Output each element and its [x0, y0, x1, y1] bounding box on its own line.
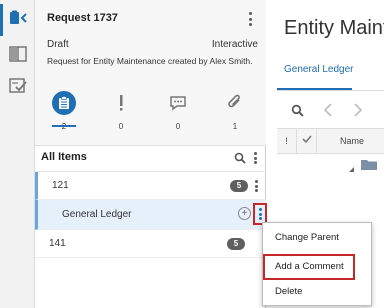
folder-icon [361, 157, 377, 175]
items-list-header: All Items [35, 146, 266, 172]
expand-triangle-icon[interactable] [348, 160, 355, 178]
active-tab-indicator [277, 88, 352, 90]
request-header: Request 1737 Draft Interactive Request f… [35, 0, 266, 146]
comment-icon [158, 90, 198, 116]
paperclip-icon [215, 90, 255, 116]
request-title: Request 1737 [47, 12, 118, 24]
clipboard-icon [52, 91, 76, 115]
split-view-rail-button[interactable] [0, 40, 35, 72]
items-list-title: All Items [41, 151, 87, 163]
list-item-label: General Ledger [62, 209, 132, 220]
items-summary-button[interactable]: 2 [44, 90, 84, 136]
chevron-left-icon[interactable] [323, 103, 333, 122]
column-header-flag[interactable]: ! [277, 129, 297, 153]
split-panel-icon [8, 45, 27, 68]
requests-rail-button[interactable] [0, 4, 35, 36]
page-title: Entity Maintenance [284, 17, 384, 39]
column-header-check[interactable] [297, 129, 317, 153]
menu-item-change-parent[interactable]: Change Parent [263, 225, 373, 251]
search-icon[interactable] [291, 104, 304, 122]
tab-divider [277, 90, 384, 91]
grid-header: ! Name [277, 128, 384, 154]
review-rail-button[interactable] [0, 72, 35, 104]
count-badge: 5 [227, 238, 245, 250]
request-more-icon[interactable] [245, 10, 255, 28]
table-row[interactable] [277, 154, 384, 176]
grid-toolbar [277, 98, 384, 124]
checkmark-icon [301, 135, 312, 146]
list-item-label: 141 [49, 238, 66, 249]
list-item-label: 121 [52, 180, 69, 191]
app-root: Request 1737 Draft Interactive Request f… [0, 0, 384, 308]
tab-general-ledger[interactable]: General Ledger [284, 64, 354, 75]
list-item-general-ledger[interactable]: General Ledger + [35, 200, 267, 230]
request-description: Request for Entity Maintenance created b… [47, 56, 253, 66]
menu-item-add-comment[interactable]: Add a Comment [263, 254, 355, 280]
list-item-121[interactable]: 121 5 [35, 172, 266, 200]
request-type: Interactive [211, 39, 258, 50]
attachments-count: 1 [232, 122, 238, 131]
issues-count: 0 [118, 122, 124, 131]
menu-item-delete[interactable]: Delete [263, 279, 373, 305]
request-summary-icons: 2 0 0 [35, 90, 266, 136]
clipboard-collapse-icon [8, 10, 30, 31]
request-panel: Request 1737 Draft Interactive Request f… [35, 0, 267, 308]
row-more-icon [256, 207, 264, 221]
request-status: Draft [47, 39, 69, 50]
search-icon[interactable] [234, 151, 246, 169]
comments-count: 0 [175, 122, 181, 131]
list-more-icon[interactable] [251, 151, 259, 165]
column-header-name[interactable]: Name [317, 129, 384, 153]
icon-rail [0, 0, 35, 308]
row-more-icon[interactable] [252, 179, 260, 193]
context-menu: Change Parent Add a Comment Delete [262, 222, 372, 306]
attachments-summary-button[interactable]: 1 [215, 90, 255, 136]
chevron-right-icon[interactable] [353, 103, 363, 122]
count-badge: 5 [230, 180, 248, 192]
add-circle-icon[interactable]: + [238, 207, 251, 220]
exclamation-icon [101, 90, 141, 116]
comments-summary-button[interactable]: 0 [158, 90, 198, 136]
list-item-141[interactable]: 141 5 [35, 230, 266, 258]
issues-summary-button[interactable]: 0 [101, 90, 141, 136]
checklist-icon [8, 77, 27, 100]
